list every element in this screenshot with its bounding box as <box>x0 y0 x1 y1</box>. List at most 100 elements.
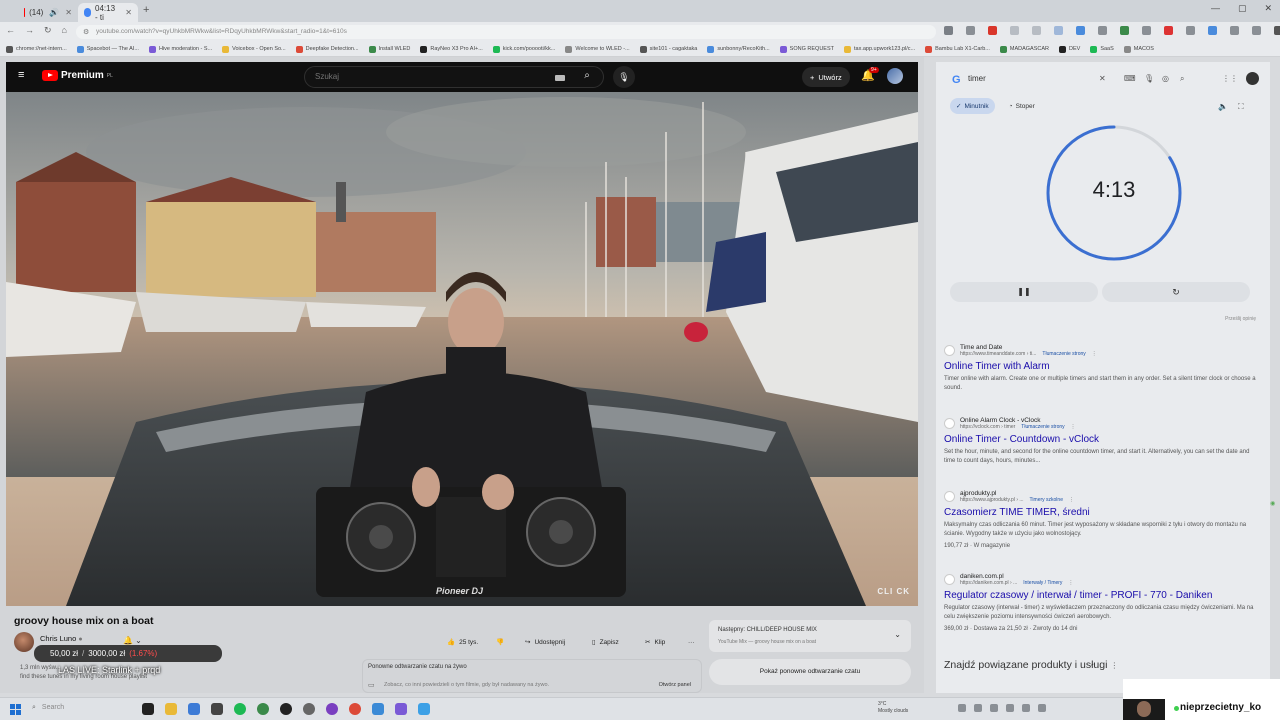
tray-icon[interactable] <box>1022 704 1030 712</box>
more-options-icon[interactable]: ⋮ <box>1110 661 1118 670</box>
extension-icon[interactable] <box>1054 26 1063 35</box>
extension-icon[interactable] <box>1032 26 1041 35</box>
extension-icon[interactable] <box>1186 26 1195 35</box>
result-source[interactable]: daniken.com.pl https://daniken.com.pl › .… <box>944 573 1256 586</box>
tray-icon[interactable] <box>990 704 998 712</box>
site-info-icon[interactable]: ⚙ <box>83 28 89 36</box>
reset-button[interactable]: ↻ <box>1102 282 1250 302</box>
clip-button[interactable]: ✂ Klip <box>645 632 665 652</box>
app-icon[interactable] <box>188 703 200 715</box>
extension-icon[interactable] <box>1252 26 1261 35</box>
result-source[interactable]: Time and Date https://www.timeanddate.com… <box>944 344 1256 357</box>
more-options-icon[interactable]: ⋮ <box>1092 351 1097 357</box>
pause-button[interactable]: ❚❚ <box>950 282 1098 302</box>
video-player[interactable]: Pioneer DJ CLI CK <box>6 92 918 606</box>
youtube-search-input[interactable] <box>315 72 545 81</box>
file-explorer-icon[interactable] <box>165 703 177 715</box>
microphone-icon[interactable]: 🎙 <box>1144 74 1154 83</box>
keyboard-icon[interactable]: ⌨ <box>1124 74 1136 83</box>
lens-icon[interactable]: ◎ <box>1162 74 1169 83</box>
forward-icon[interactable]: → <box>25 25 34 36</box>
terminal-icon[interactable] <box>211 703 223 715</box>
dislike-button[interactable]: 👎 <box>496 632 504 652</box>
apps-grid-icon[interactable]: ⋮⋮ <box>1222 74 1238 83</box>
bookmark-item[interactable]: MACOS <box>1123 45 1154 53</box>
app-icon[interactable] <box>326 703 338 715</box>
keyboard-icon[interactable] <box>555 75 565 81</box>
bookmark-item[interactable]: chrome://net-intern... <box>6 45 67 53</box>
bookmark-item[interactable]: Install WLED <box>368 45 410 53</box>
app-icon[interactable] <box>303 703 315 715</box>
spotify-icon[interactable] <box>234 703 246 715</box>
clear-icon[interactable]: ✕ <box>1099 74 1106 83</box>
tray-icon[interactable] <box>974 704 982 712</box>
channel-name[interactable]: Chris Luno ● <box>40 634 83 643</box>
tray-icon[interactable] <box>1006 704 1014 712</box>
minimize-icon[interactable]: — <box>1211 3 1220 14</box>
create-button[interactable]: + Utwórz <box>802 67 850 87</box>
tab-youtube[interactable]: (14) 🔊 ✕ <box>18 3 78 22</box>
search-icon[interactable]: ⌕ <box>575 70 599 85</box>
result-title-link[interactable]: Regulator czasowy / interwał / timer - P… <box>944 590 1256 601</box>
app-icon[interactable] <box>257 703 269 715</box>
account-avatar[interactable] <box>887 68 903 84</box>
bookmark-item[interactable]: sunbonny/RecoKith... <box>707 45 770 53</box>
bookmark-item[interactable]: tax.app.upwork123.pl/c... <box>843 45 915 53</box>
taskbar-search[interactable]: ⌕ Search <box>32 704 64 712</box>
result-title-link[interactable]: Online Timer with Alarm <box>944 361 1256 372</box>
tab-google-timer[interactable]: 04:13 - ti ✕ <box>78 3 138 22</box>
more-actions-icon[interactable]: ··· <box>688 632 695 652</box>
channel-avatar[interactable] <box>14 632 34 652</box>
like-button[interactable]: 👍 25 tys. <box>447 632 478 652</box>
bookmark-item[interactable]: DEV <box>1059 45 1080 53</box>
result-translate-link[interactable]: Tłumaczenie strony <box>1021 424 1064 430</box>
extension-icon[interactable] <box>1010 26 1019 35</box>
maximize-icon[interactable]: ▢ <box>1238 3 1247 14</box>
up-next-card[interactable]: Następny: CHILL/DEEP HOUSE MIX YouTube M… <box>709 620 911 652</box>
app-icon[interactable] <box>418 703 430 715</box>
tray-icon[interactable] <box>958 704 966 712</box>
more-options-icon[interactable]: ⋮ <box>1068 580 1073 586</box>
reload-icon[interactable]: ↻ <box>44 25 52 36</box>
close-window-icon[interactable]: ✕ <box>1264 3 1272 14</box>
bookmark-item[interactable]: MADAGASCAR <box>999 45 1049 53</box>
bookmark-item[interactable]: SaaS <box>1090 45 1114 53</box>
new-tab-button[interactable]: + <box>143 4 149 16</box>
back-icon[interactable]: ← <box>6 25 15 36</box>
result-translate-link[interactable]: Tłumaczenie strony <box>1042 351 1085 357</box>
profile-icon[interactable] <box>1274 26 1280 35</box>
weather-widget[interactable]: 3°C Mostly clouds <box>878 701 908 715</box>
bookmark-item[interactable]: Welcome to WLED -... <box>565 45 630 53</box>
result-translate-link[interactable]: Timery szkolne <box>1030 497 1063 503</box>
bookmark-star-icon[interactable] <box>966 26 975 35</box>
hamburger-menu-icon[interactable]: ≡ <box>18 70 30 81</box>
extension-red-icon[interactable] <box>988 26 997 35</box>
result-source[interactable]: ajprodukty.pl https://www.ajprodukty.pl ›… <box>944 490 1256 503</box>
close-tab-icon[interactable]: ✕ <box>65 8 72 17</box>
app-icon[interactable] <box>395 703 407 715</box>
result-title-link[interactable]: Online Timer - Countdown - vClock <box>944 434 1256 445</box>
extension-icon[interactable] <box>1164 26 1173 35</box>
app-icon[interactable] <box>280 703 292 715</box>
bookmark-item[interactable]: Spacebot — The AI... <box>76 45 139 53</box>
result-title-link[interactable]: Czasomierz TIME TIMER, średni <box>944 507 1256 518</box>
bookmark-item[interactable]: Hive moderation - S... <box>148 45 212 53</box>
google-search-input[interactable] <box>968 74 1088 83</box>
microphone-icon[interactable]: 🎙 <box>613 66 635 88</box>
feedback-link[interactable]: Prześlij opinię <box>1225 316 1256 322</box>
bookmark-item[interactable]: SONG REQUEST <box>779 45 834 53</box>
share-button[interactable]: ↪ Udostępnij <box>525 632 565 652</box>
show-chat-replay-button[interactable]: Pokaż ponowne odtwarzanie czatu <box>709 659 911 685</box>
close-tab-icon[interactable]: ✕ <box>125 8 132 17</box>
bookmark-item[interactable]: RayNeo X3 Pro AI+... <box>420 45 483 53</box>
save-button[interactable]: ▯ Zapisz <box>592 632 619 652</box>
chrome-icon[interactable] <box>349 703 361 715</box>
windows-start-icon[interactable] <box>10 704 21 715</box>
bookmark-item[interactable]: Voicebox - Open So... <box>222 45 286 53</box>
open-panel-button[interactable]: Otwórz panel <box>659 682 691 688</box>
youtube-logo[interactable]: Premium PL <box>42 70 113 81</box>
result-source[interactable]: Online Alarm Clock - vClock https://vcloc… <box>944 417 1256 430</box>
extension-icon[interactable] <box>1230 26 1239 35</box>
extension-icon[interactable] <box>1142 26 1151 35</box>
account-avatar[interactable] <box>1246 72 1259 85</box>
